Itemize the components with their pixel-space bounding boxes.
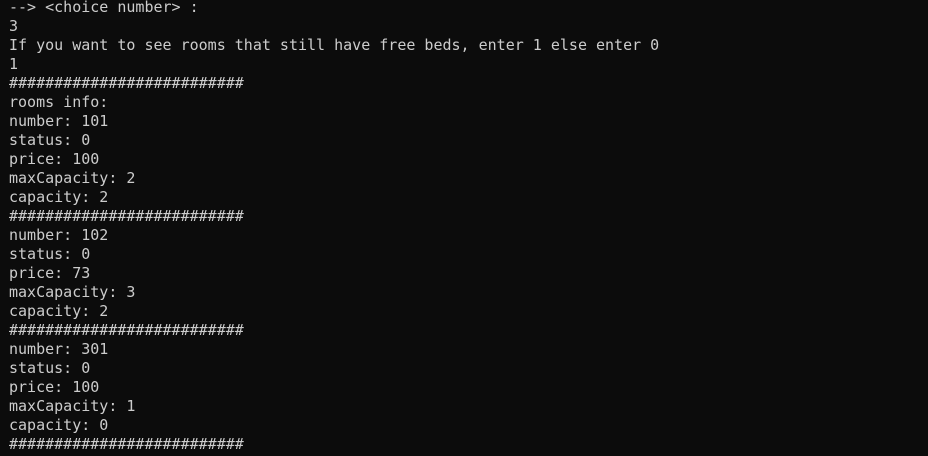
separator-line: ########################## bbox=[9, 74, 244, 92]
terminal-line: number: 101 bbox=[9, 112, 109, 130]
separator-line: ########################## bbox=[9, 321, 244, 339]
terminal-line: number: 102 bbox=[9, 226, 109, 244]
terminal-line: 1 bbox=[9, 55, 19, 73]
terminal-line: maxCapacity: 3 bbox=[9, 283, 136, 301]
terminal-line: number: 301 bbox=[9, 340, 109, 358]
terminal-line: rooms info: bbox=[9, 93, 109, 111]
terminal-line: 3 bbox=[9, 17, 19, 35]
separator-line: ########################## bbox=[9, 435, 244, 453]
terminal-line: status: 0 bbox=[9, 359, 91, 377]
separator-line: ########################## bbox=[9, 207, 244, 225]
prompt-line: --> <choice number> : bbox=[9, 0, 199, 16]
terminal-line: price: 73 bbox=[9, 264, 91, 282]
terminal-line: capacity: 0 bbox=[9, 416, 109, 434]
terminal-line: capacity: 2 bbox=[9, 302, 109, 320]
terminal-line: status: 0 bbox=[9, 245, 91, 263]
terminal-window[interactable]: --> <choice number> :3 If you want to see… bbox=[0, 0, 928, 456]
terminal-output: --> <choice number> :3 If you want to see… bbox=[9, 0, 659, 454]
terminal-line: If you want to see rooms that still have… bbox=[9, 36, 660, 54]
terminal-line: price: 100 bbox=[9, 150, 100, 168]
terminal-line: price: 100 bbox=[9, 378, 100, 396]
terminal-line: status: 0 bbox=[9, 131, 91, 149]
terminal-line: maxCapacity: 2 bbox=[9, 169, 136, 187]
terminal-line: capacity: 2 bbox=[9, 188, 109, 206]
terminal-line: maxCapacity: 1 bbox=[9, 397, 136, 415]
